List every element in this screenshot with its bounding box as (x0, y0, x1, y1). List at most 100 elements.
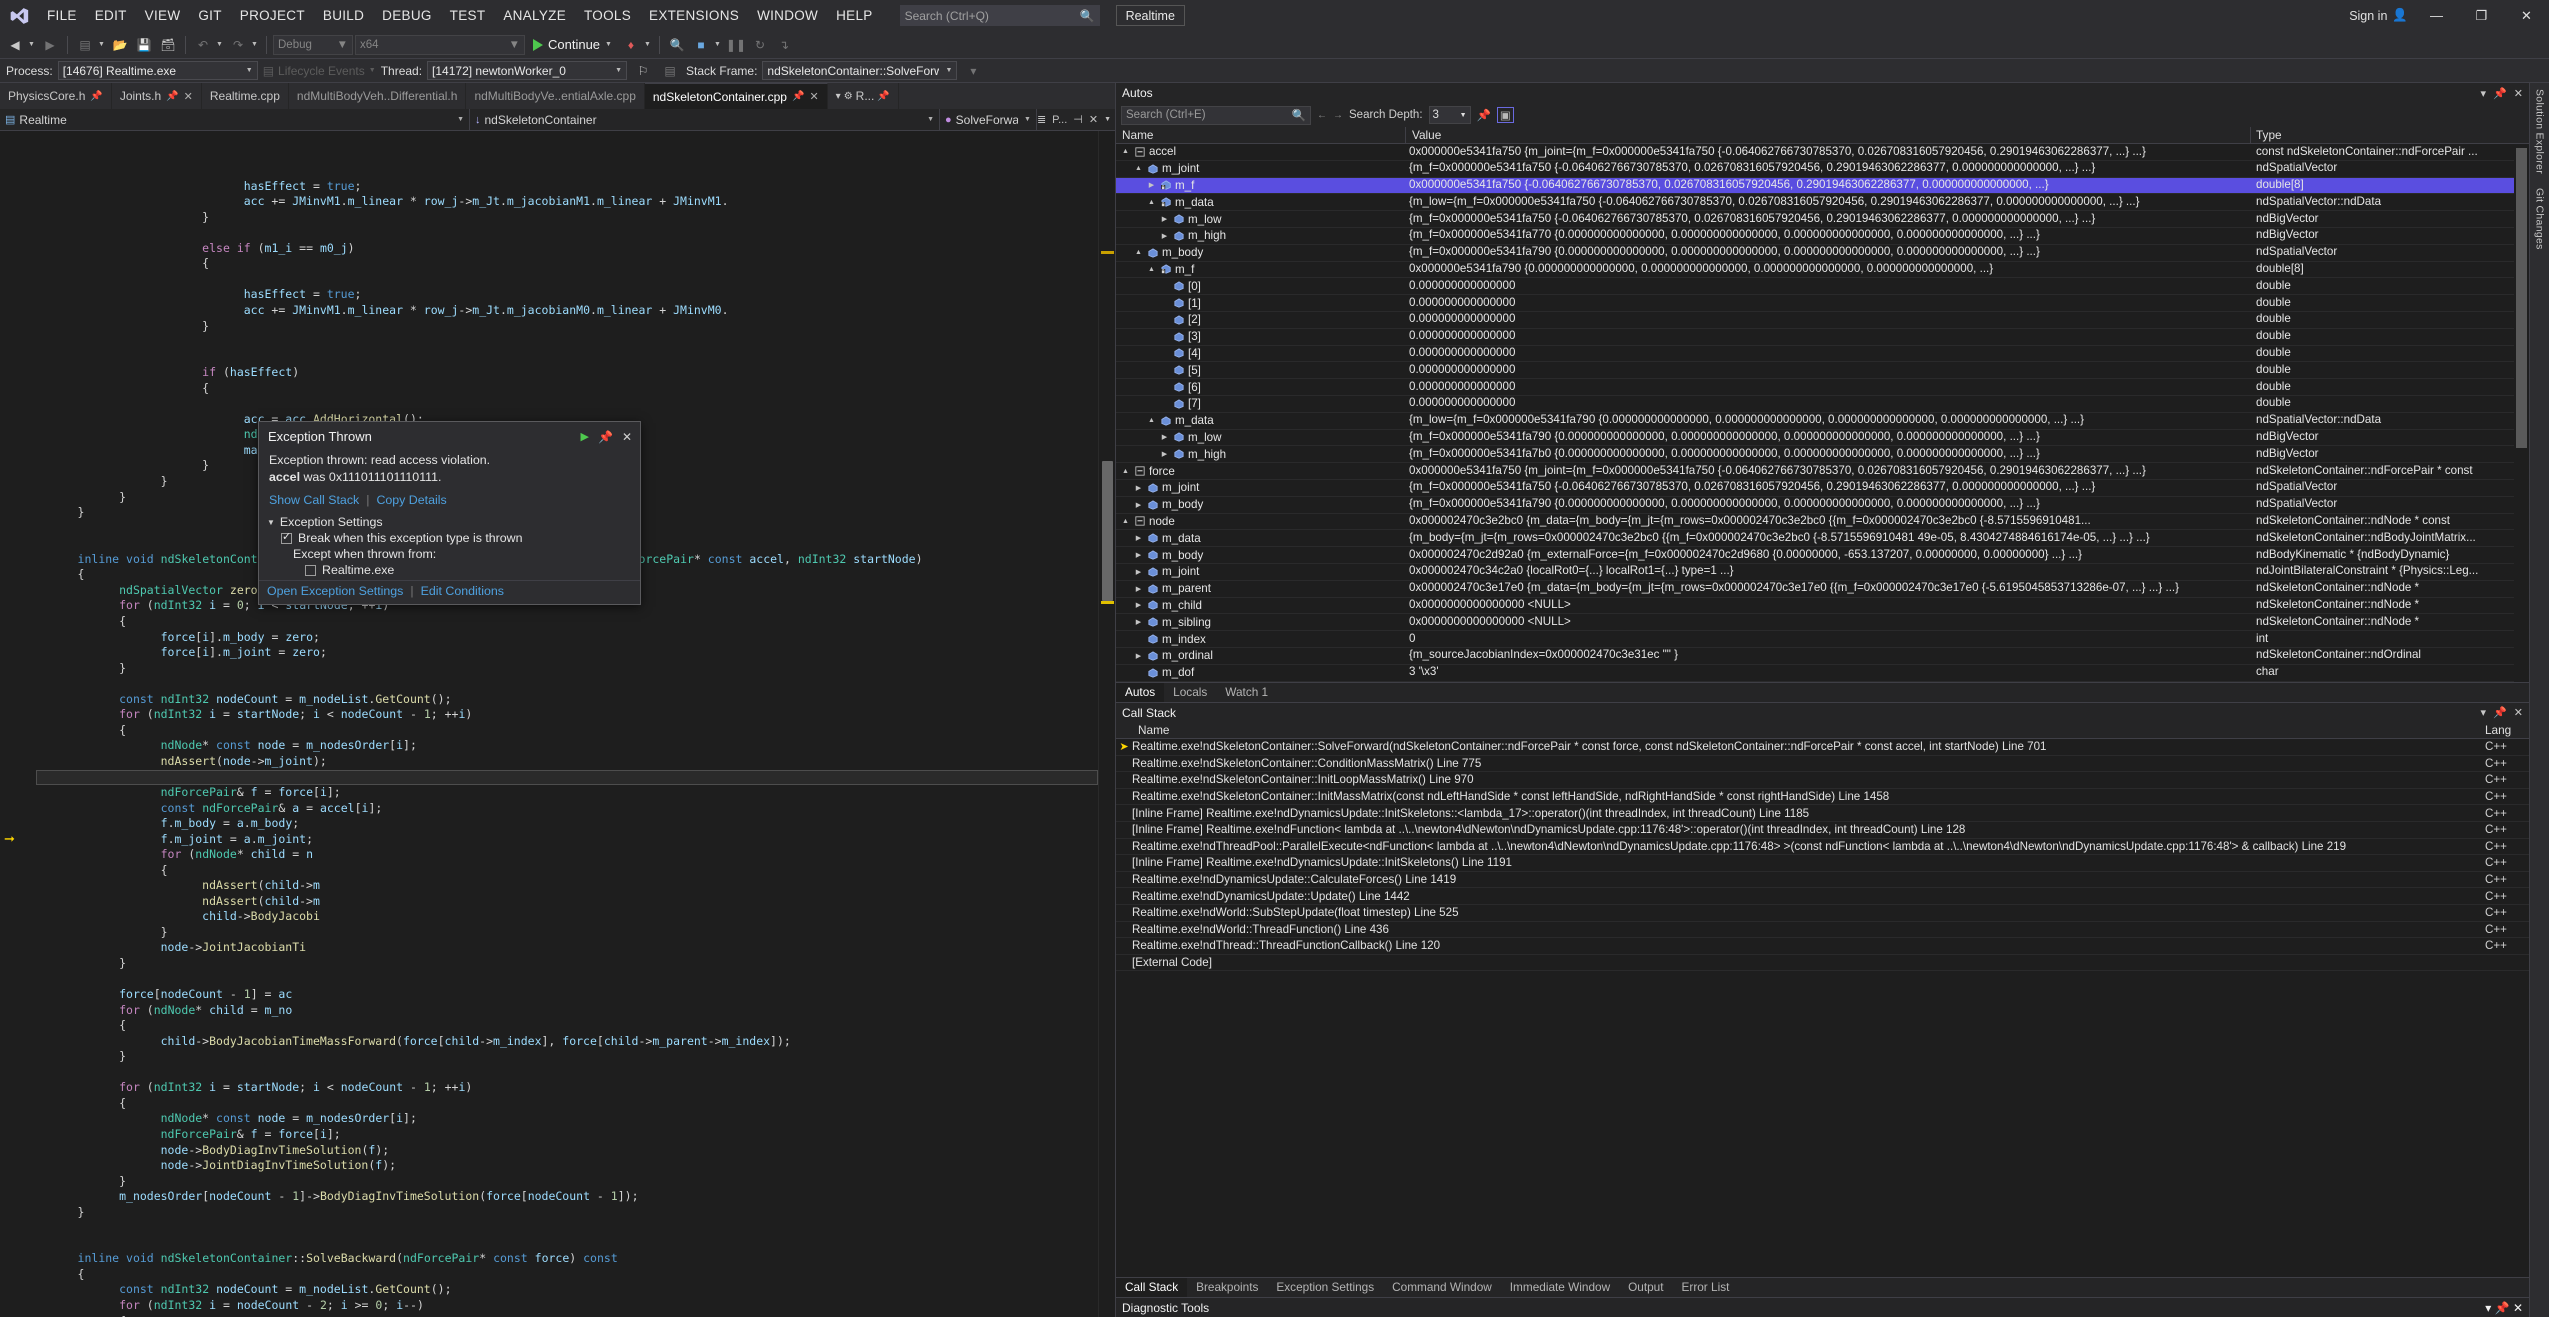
autos-row[interactable]: ▶m_high{m_f=0x000000e5341fa770 {0.000000… (1116, 228, 2529, 245)
hot-reload-icon[interactable]: ♦ (620, 34, 642, 56)
debug-toolbar-overflow-icon[interactable]: ▾ (962, 60, 984, 82)
tab-settings-gear-icon[interactable]: ⚙ (844, 91, 853, 102)
autos-row[interactable]: ▲force0x000000e5341fa750 {m_joint={m_f=0… (1116, 463, 2529, 480)
collapse-triangle-icon[interactable]: ▲ (1133, 165, 1144, 172)
menu-file[interactable]: FILE (38, 0, 86, 31)
autos-row[interactable]: [7]0.000000000000000double (1116, 396, 2529, 413)
autos-variable-value[interactable]: 0 (1406, 631, 2251, 648)
autos-row[interactable]: ▲accel0x000000e5341fa750 {m_joint={m_f=0… (1116, 144, 2529, 161)
undo-icon[interactable]: ↶ (192, 34, 214, 56)
autos-row[interactable]: m_swapJacobianBo...0 '\0'char (1116, 682, 2529, 683)
autos-variable-value[interactable]: 0.000000000000000 (1406, 278, 2251, 295)
autos-row[interactable]: ▶m_f0x000000e5341fa750 {-0.0640627667307… (1116, 178, 2529, 195)
autos-variable-value[interactable]: 0.000000000000000 (1406, 362, 2251, 379)
autos-row[interactable]: ▲node0x000002470c3e2bc0 {m_data={m_body=… (1116, 514, 2529, 531)
tab-immediate-window[interactable]: Immediate Window (1501, 1278, 1619, 1297)
autos-row[interactable]: ▲m_joint{m_f=0x000000e5341fa750 {-0.0640… (1116, 161, 2529, 178)
autos-variable-value[interactable]: 0.000000000000000 (1406, 328, 2251, 345)
autos-row[interactable]: ▶m_low{m_f=0x000000e5341fa790 {0.0000000… (1116, 430, 2529, 447)
autos-row[interactable]: ▶m_parent0x000002470c3e17e0 {m_data={m_b… (1116, 581, 2529, 598)
stop-debugging-icon[interactable]: ■ (690, 34, 712, 56)
autos-variable-value[interactable]: 0x000000e5341fa790 {0.000000000000000, 0… (1406, 261, 2251, 278)
autos-variable-value[interactable]: 0x000002470c2d92a0 {m_externalForce={m_f… (1406, 547, 2251, 564)
autos-row[interactable]: m_dof3 '\x3'char (1116, 665, 2529, 682)
autos-row[interactable]: ▲m_body{m_f=0x000000e5341fa790 {0.000000… (1116, 245, 2529, 262)
doc-tab-realtime-cpp[interactable]: Realtime.cpp (202, 83, 289, 109)
autos-variable-value[interactable]: 0.000000000000000 (1406, 295, 2251, 312)
autos-row[interactable]: [4]0.000000000000000double (1116, 346, 2529, 363)
tab-output[interactable]: Output (1619, 1278, 1672, 1297)
chevron-down-icon[interactable]: ▼ (1104, 116, 1111, 123)
show-call-stack-link[interactable]: Show Call Stack (269, 493, 359, 507)
expand-triangle-icon[interactable]: ▶ (1133, 618, 1144, 626)
restart-icon[interactable]: ↻ (749, 34, 771, 56)
call-stack-close-icon[interactable]: ✕ (2514, 706, 2523, 719)
call-stack-row[interactable]: Realtime.exe!ndWorld::SubStepUpdate(floa… (1116, 905, 2529, 922)
solution-platform-select[interactable]: x64 ▼ (355, 35, 525, 55)
autos-row[interactable]: ▶m_sibling0x0000000000000000 <NULL>ndSke… (1116, 614, 2529, 631)
call-stack-row[interactable]: Realtime.exe!ndThread::ThreadFunctionCal… (1116, 938, 2529, 955)
autos-variable-value[interactable]: 0x0000000000000000 <NULL> (1406, 597, 2251, 614)
autos-close-icon[interactable]: ✕ (2514, 87, 2523, 100)
autos-search-input[interactable]: Search (Ctrl+E) 🔍 (1121, 106, 1311, 125)
autos-variable-value[interactable]: 0x000002470c3e2bc0 {m_data={m_body={m_jt… (1406, 513, 2251, 530)
autos-variable-value[interactable]: {m_f=0x000000e5341fa790 {0.0000000000000… (1406, 429, 2251, 446)
tab-exception-settings[interactable]: Exception Settings (1267, 1278, 1383, 1297)
open-file-icon[interactable]: 📂 (109, 34, 131, 56)
pin-icon[interactable]: 📌 (877, 91, 889, 102)
open-exception-settings-link[interactable]: Open Exception Settings (267, 584, 403, 598)
menu-extensions[interactable]: EXTENSIONS (640, 0, 748, 31)
autos-rows-container[interactable]: ▲accel0x000000e5341fa750 {m_joint={m_f=0… (1116, 144, 2529, 682)
autos-row[interactable]: ▶m_body{m_f=0x000000e5341fa790 {0.000000… (1116, 497, 2529, 514)
collapse-triangle-icon[interactable]: ▲ (1133, 249, 1144, 256)
call-stack-row[interactable]: Realtime.exe!ndWorld::ThreadFunction() L… (1116, 922, 2529, 939)
continue-button[interactable]: Continue ▼ (527, 34, 618, 56)
autos-column-value[interactable]: Value (1406, 127, 2251, 144)
expand-triangle-icon[interactable]: ▶ (1133, 568, 1144, 576)
call-stack-row[interactable]: [External Code] (1116, 955, 2529, 972)
autos-variable-value[interactable]: {m_f=0x000000e5341fa7b0 {0.0000000000000… (1406, 446, 2251, 463)
menu-help[interactable]: HELP (827, 0, 881, 31)
continue-execution-icon[interactable]: ▶ (581, 430, 589, 443)
save-all-icon[interactable]: 🗃 (157, 34, 179, 56)
call-stack-column-name[interactable]: Name (1116, 723, 2485, 737)
autos-scrollbar-thumb[interactable] (2516, 148, 2527, 448)
menu-git[interactable]: GIT (189, 0, 230, 31)
tab-list-chevron-down-icon[interactable]: ▾ (836, 91, 841, 102)
save-icon[interactable]: 💾 (133, 34, 155, 56)
call-stack-row[interactable]: Realtime.exe!ndSkeletonContainer::InitMa… (1116, 789, 2529, 806)
autos-row[interactable]: ▶m_child0x0000000000000000 <NULL>ndSkele… (1116, 598, 2529, 615)
tab-autos[interactable]: Autos (1116, 683, 1164, 702)
collapse-triangle-icon[interactable]: ▲ (1146, 199, 1157, 206)
autos-row[interactable]: ▶m_low{m_f=0x000000e5341fa750 {-0.064062… (1116, 211, 2529, 228)
autos-row[interactable]: ▶m_data{m_body={m_jt={m_rows=0x000002470… (1116, 530, 2529, 547)
collapse-triangle-icon[interactable]: ▲ (1146, 417, 1157, 424)
autos-row[interactable]: ▶m_high{m_f=0x000000e5341fa7b0 {0.000000… (1116, 446, 2529, 463)
diagnostics-pin-icon[interactable]: 📌 (2495, 1301, 2510, 1315)
stack-frame-select[interactable]: ndSkeletonContainer::SolveForward ▼ (762, 61, 957, 80)
break-all-icon[interactable]: ❚❚ (725, 34, 747, 56)
expand-triangle-icon[interactable]: ▶ (1159, 450, 1170, 458)
exclude-module-checkbox[interactable] (305, 565, 316, 576)
menu-analyze[interactable]: ANALYZE (494, 0, 575, 31)
call-stack-rows-container[interactable]: ➤Realtime.exe!ndSkeletonContainer::Solve… (1116, 739, 2529, 1277)
exclude-module-row[interactable]: Realtime.exe (259, 562, 640, 580)
menu-view[interactable]: VIEW (136, 0, 190, 31)
restore-button[interactable]: ❐ (2459, 0, 2504, 31)
menu-tools[interactable]: TOOLS (575, 0, 640, 31)
autos-variable-value[interactable]: 0x000000e5341fa750 {m_joint={m_f=0x00000… (1406, 463, 2251, 480)
close-button[interactable]: ✕ (2504, 0, 2549, 31)
tab-locals[interactable]: Locals (1164, 683, 1216, 702)
autos-row[interactable]: ▲m_f0x000000e5341fa790 {0.00000000000000… (1116, 262, 2529, 279)
editor-vertical-scrollbar[interactable] (1098, 131, 1115, 1317)
expand-triangle-icon[interactable]: ▶ (1159, 433, 1170, 441)
navigate-forward-icon[interactable]: ▶ (39, 34, 61, 56)
call-stack-row[interactable]: [Inline Frame] Realtime.exe!ndFunction< … (1116, 822, 2529, 839)
diagnostics-close-icon[interactable]: ✕ (2513, 1301, 2523, 1315)
autos-column-type[interactable]: Type (2251, 127, 2529, 144)
split-window-icon[interactable]: ≣ (1037, 113, 1046, 126)
expand-triangle-icon[interactable]: ▶ (1159, 232, 1170, 240)
sign-in-button[interactable]: Sign in 👤 (2343, 8, 2414, 23)
autos-row[interactable]: [1]0.000000000000000double (1116, 295, 2529, 312)
close-icon[interactable]: ✕ (622, 430, 632, 444)
